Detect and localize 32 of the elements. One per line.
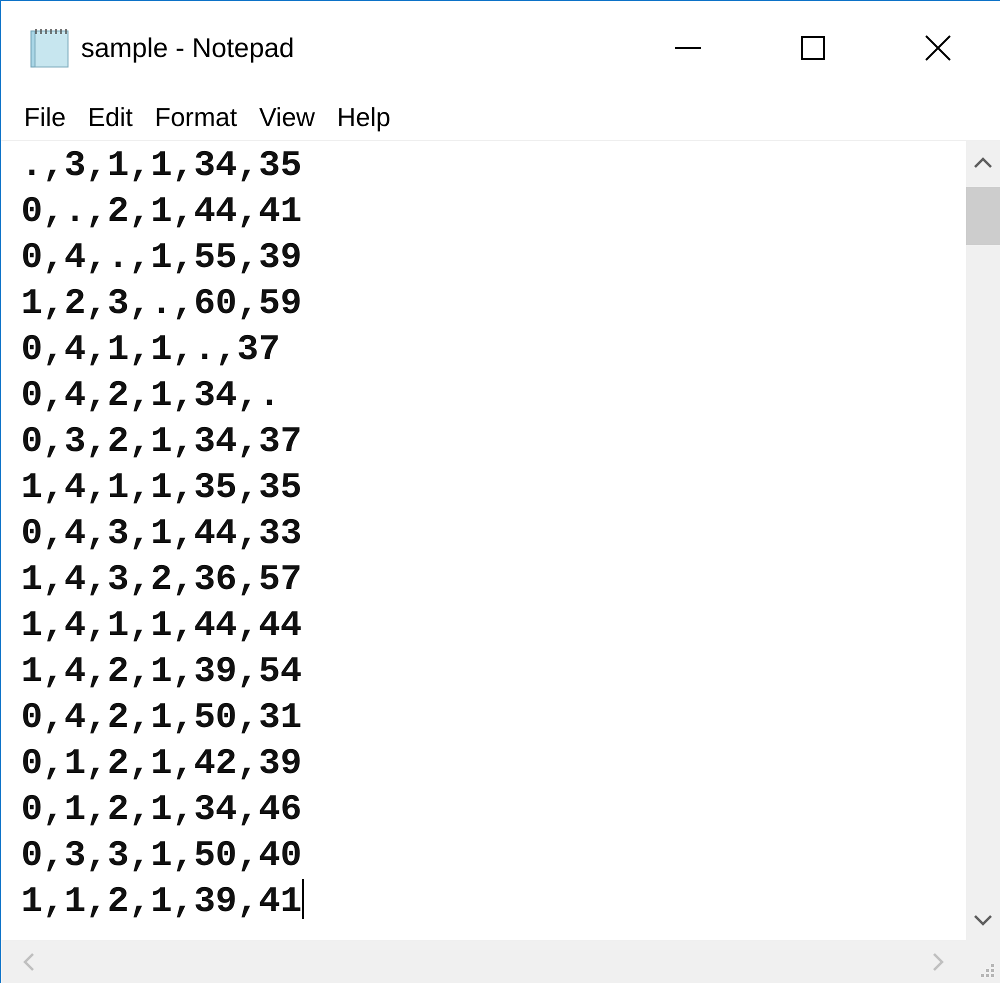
scroll-down-icon[interactable] bbox=[973, 914, 993, 926]
menu-item[interactable]: Format bbox=[144, 102, 248, 134]
text-line: 1,4,1,1,35,35 bbox=[21, 467, 302, 508]
menu-item[interactable]: Edit bbox=[76, 102, 144, 134]
text-line: 0,.,2,1,44,41 bbox=[21, 191, 302, 232]
close-icon bbox=[924, 35, 950, 61]
scrollbar-thumb[interactable] bbox=[966, 187, 1000, 245]
window-title: sample - Notepad bbox=[81, 32, 296, 65]
text-line: 1,1,2,1,39,41 bbox=[21, 881, 302, 922]
text-line: 0,1,2,1,34,46 bbox=[21, 789, 302, 830]
text-line: .,3,1,1,34,35 bbox=[21, 145, 302, 186]
text-line: 1,4,1,1,44,44 bbox=[21, 605, 302, 646]
menu-item[interactable]: Help bbox=[326, 102, 402, 134]
menu-item[interactable]: File bbox=[13, 102, 77, 134]
text-line: 1,4,2,1,39,54 bbox=[21, 651, 302, 692]
text-line: 0,3,2,1,34,37 bbox=[21, 421, 302, 462]
text-line: 0,4,.,1,55,39 bbox=[21, 237, 302, 278]
text-line: 0,3,3,1,50,40 bbox=[21, 835, 302, 876]
scroll-left-icon[interactable] bbox=[23, 952, 35, 972]
minimize-icon bbox=[674, 47, 700, 49]
scroll-up-icon[interactable] bbox=[973, 157, 993, 169]
text-line: 1,4,3,2,36,57 bbox=[21, 559, 302, 600]
maximize-icon bbox=[800, 36, 824, 60]
text-line: 0,1,2,1,42,39 bbox=[21, 743, 302, 784]
scroll-right-icon[interactable] bbox=[932, 952, 944, 972]
text-line: 0,4,1,1,.,37 bbox=[21, 329, 280, 370]
vertical-scrollbar[interactable] bbox=[966, 141, 1000, 940]
text-line: 1,2,3,.,60,59 bbox=[21, 283, 302, 324]
menu-item[interactable]: View bbox=[248, 102, 326, 134]
text-line: 0,4,3,1,44,33 bbox=[21, 513, 302, 554]
text-line: 0,4,2,1,34,. bbox=[21, 375, 280, 416]
text-line: 0,4,2,1,50,31 bbox=[21, 697, 302, 738]
